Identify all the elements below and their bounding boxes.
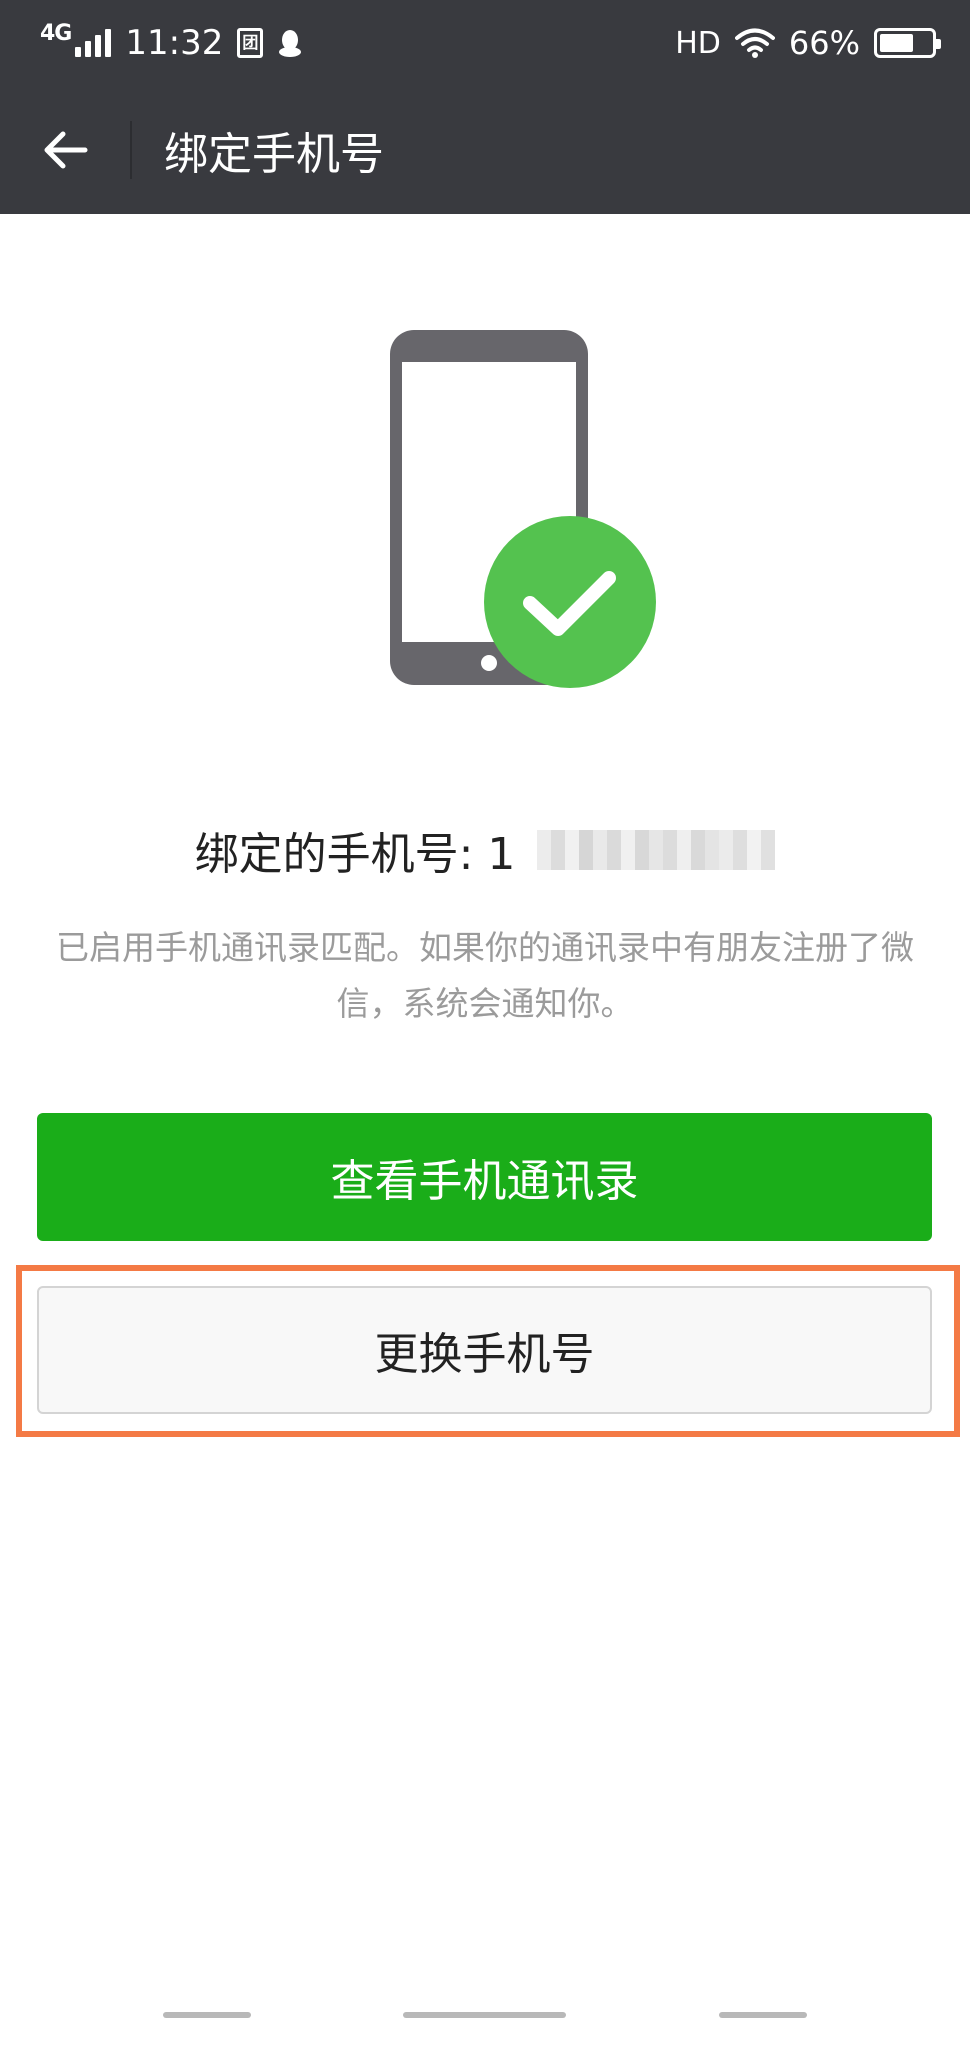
- phone-number-blurred: [537, 830, 776, 870]
- hd-indicator: HD: [675, 25, 721, 61]
- status-right: HD 66%: [675, 24, 941, 62]
- battery-icon: [874, 28, 941, 58]
- back-button[interactable]: [0, 86, 130, 214]
- network-type: 4G: [40, 20, 72, 46]
- contacts-match-description: 已启用手机通讯录匹配。如果你的通讯录中有朋友注册了微信，系统会通知你。: [56, 928, 914, 1023]
- battery-fill: [880, 34, 913, 52]
- page-title: 绑定手机号: [164, 129, 384, 180]
- status-time: 11:32: [125, 23, 224, 63]
- phone-illustration: [390, 330, 656, 688]
- view-contacts-button[interactable]: 查看手机通讯录: [37, 1113, 932, 1241]
- nav-gesture-home[interactable]: [403, 2012, 566, 2018]
- wifi-icon: [734, 28, 775, 58]
- battery-percent: 66%: [788, 24, 860, 62]
- status-left: 4G 11:32 团: [40, 20, 303, 63]
- signal-icon: [75, 29, 112, 57]
- check-circle-icon: [484, 516, 656, 688]
- change-phone-button[interactable]: 更换手机号: [37, 1286, 932, 1414]
- bound-phone-row: 绑定的手机号: 1: [0, 818, 970, 882]
- nav-gesture-left[interactable]: [163, 2012, 251, 2018]
- bound-phone-label: 绑定的手机号: 1: [194, 829, 516, 880]
- qq-penguin-icon: [279, 30, 302, 57]
- nav-bar: 绑定手机号: [0, 86, 970, 214]
- arrow-left-icon: [44, 131, 88, 169]
- nav-divider: [130, 121, 132, 179]
- nav-gesture-right[interactable]: [719, 2012, 807, 2018]
- status-bar: 4G 11:32 团 HD 66%: [0, 0, 970, 86]
- sim-card-icon: 团: [237, 28, 264, 58]
